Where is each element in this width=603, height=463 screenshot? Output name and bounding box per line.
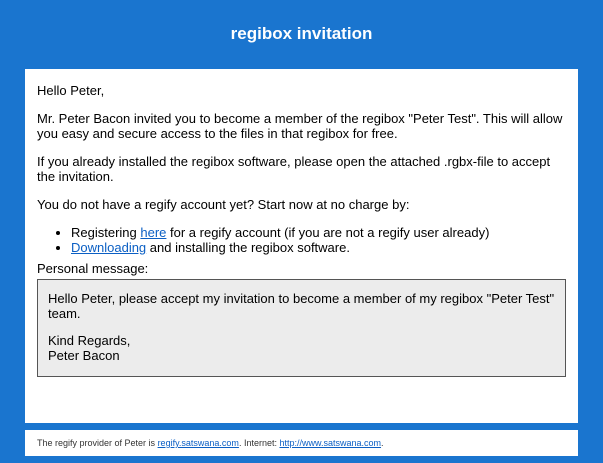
personal-message-text: Hello Peter, please accept my invitation…: [48, 291, 555, 321]
closing: Kind Regards,: [48, 333, 131, 348]
signature: Peter Bacon: [48, 348, 120, 363]
no-account-paragraph: You do not have a regify account yet? St…: [37, 197, 410, 212]
email-frame: regibox invitation Hello Peter, Mr. Pete…: [0, 0, 603, 463]
greeting: Hello Peter,: [37, 83, 105, 98]
register-prefix: Registering: [71, 225, 141, 240]
downloading-link[interactable]: Downloading: [71, 240, 146, 255]
register-here-link[interactable]: here: [140, 225, 166, 240]
download-suffix: and installing the regibox software.: [146, 240, 350, 255]
personal-message-box: Hello Peter, please accept my invitation…: [37, 279, 566, 377]
provider-link[interactable]: regify.satswana.com: [158, 438, 239, 448]
list-item-register: Registering here for a regify account (i…: [71, 225, 566, 240]
personal-message-label: Personal message:: [37, 261, 149, 276]
register-suffix: for a regify account (if you are not a r…: [166, 225, 490, 240]
email-header: regibox invitation: [0, 0, 603, 68]
list-item-download: Downloading and installing the regibox s…: [71, 240, 566, 255]
email-body: Hello Peter, Mr. Peter Bacon invited you…: [25, 69, 578, 423]
internet-link[interactable]: http://www.satswana.com: [279, 438, 381, 448]
footer-suffix: .: [381, 438, 384, 448]
email-title: regibox invitation: [230, 24, 373, 43]
installed-paragraph: If you already installed the regibox sof…: [37, 154, 551, 184]
intro-paragraph: Mr. Peter Bacon invited you to become a …: [37, 111, 563, 141]
email-footer: The regify provider of Peter is regify.s…: [25, 430, 578, 456]
footer-middle: . Internet:: [238, 438, 280, 448]
footer-prefix: The regify provider of Peter is: [37, 438, 158, 448]
action-list: Registering here for a regify account (i…: [37, 225, 566, 255]
